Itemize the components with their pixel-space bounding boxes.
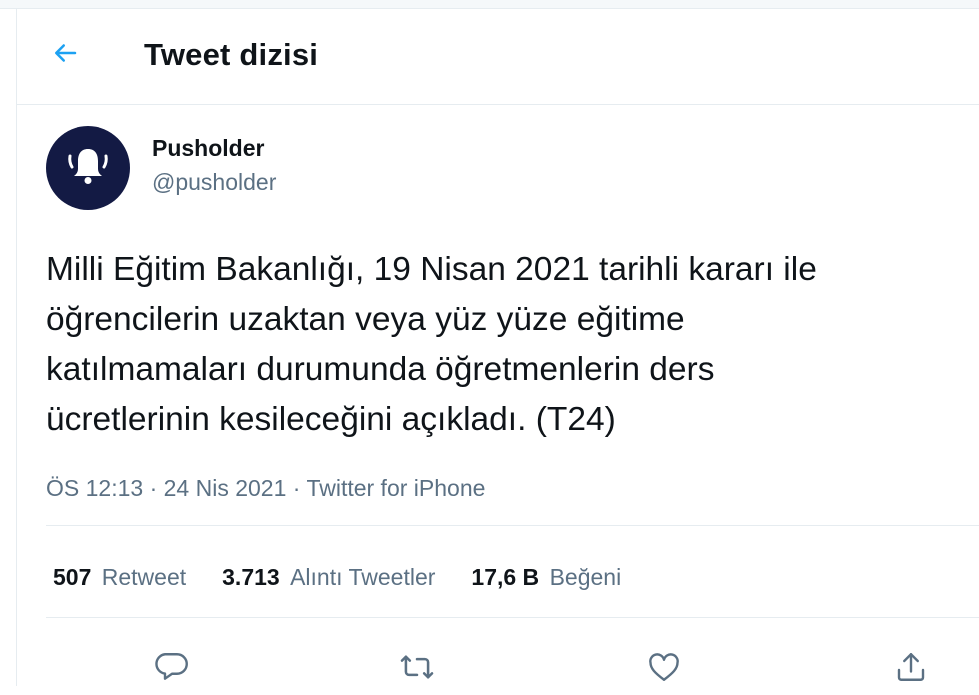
top-strip <box>0 0 979 9</box>
stat-label: Alıntı Tweetler <box>290 564 436 590</box>
tweet-meta: ÖS 12:13 · 24 Nis 2021 · Twitter for iPh… <box>46 475 485 502</box>
back-button[interactable] <box>45 35 85 75</box>
retweet-count[interactable]: 507 Retweet <box>53 564 186 591</box>
share-button[interactable] <box>889 647 933 691</box>
like-count[interactable]: 17,6 B Beğeni <box>471 564 621 591</box>
author-handle[interactable]: @pusholder <box>152 169 276 196</box>
stat-count: 17,6 B <box>471 564 540 590</box>
page-header: Tweet dizisi <box>17 9 979 105</box>
bell-icon <box>64 142 112 195</box>
divider <box>46 525 979 526</box>
avatar[interactable] <box>46 126 130 210</box>
stat-count: 507 <box>53 564 92 590</box>
retweet-button[interactable] <box>395 647 439 691</box>
divider <box>46 617 979 618</box>
stat-label: Retweet <box>101 564 187 590</box>
meta-separator: · <box>292 475 301 501</box>
main-column: Tweet dizisi Pusholder @pusholder Milli … <box>16 9 979 686</box>
stat-label: Beğeni <box>549 564 622 590</box>
reply-button[interactable] <box>149 647 193 691</box>
retweet-icon <box>398 648 436 691</box>
like-icon <box>646 649 682 690</box>
quote-tweet-count[interactable]: 3.713 Alıntı Tweetler <box>222 564 435 591</box>
author-display-name[interactable]: Pusholder <box>152 135 264 162</box>
tweet-text: Milli Eğitim Bakanlığı, 19 Nisan 2021 ta… <box>46 251 817 438</box>
tweet-time[interactable]: ÖS 12:13 <box>46 475 143 501</box>
meta-separator: · <box>149 475 158 501</box>
reply-icon <box>153 649 189 690</box>
stat-count: 3.713 <box>222 564 280 590</box>
tweet-source[interactable]: Twitter for iPhone <box>306 475 485 501</box>
page-title: Tweet dizisi <box>144 37 319 72</box>
tweet-stats: 507 Retweet 3.713 Alıntı Tweetler 17,6 B… <box>53 564 657 591</box>
share-icon <box>893 649 929 690</box>
tweet-date[interactable]: 24 Nis 2021 <box>164 475 287 501</box>
arrow-left-icon <box>50 38 80 73</box>
tweet-actions <box>17 647 979 695</box>
like-button[interactable] <box>642 647 686 691</box>
